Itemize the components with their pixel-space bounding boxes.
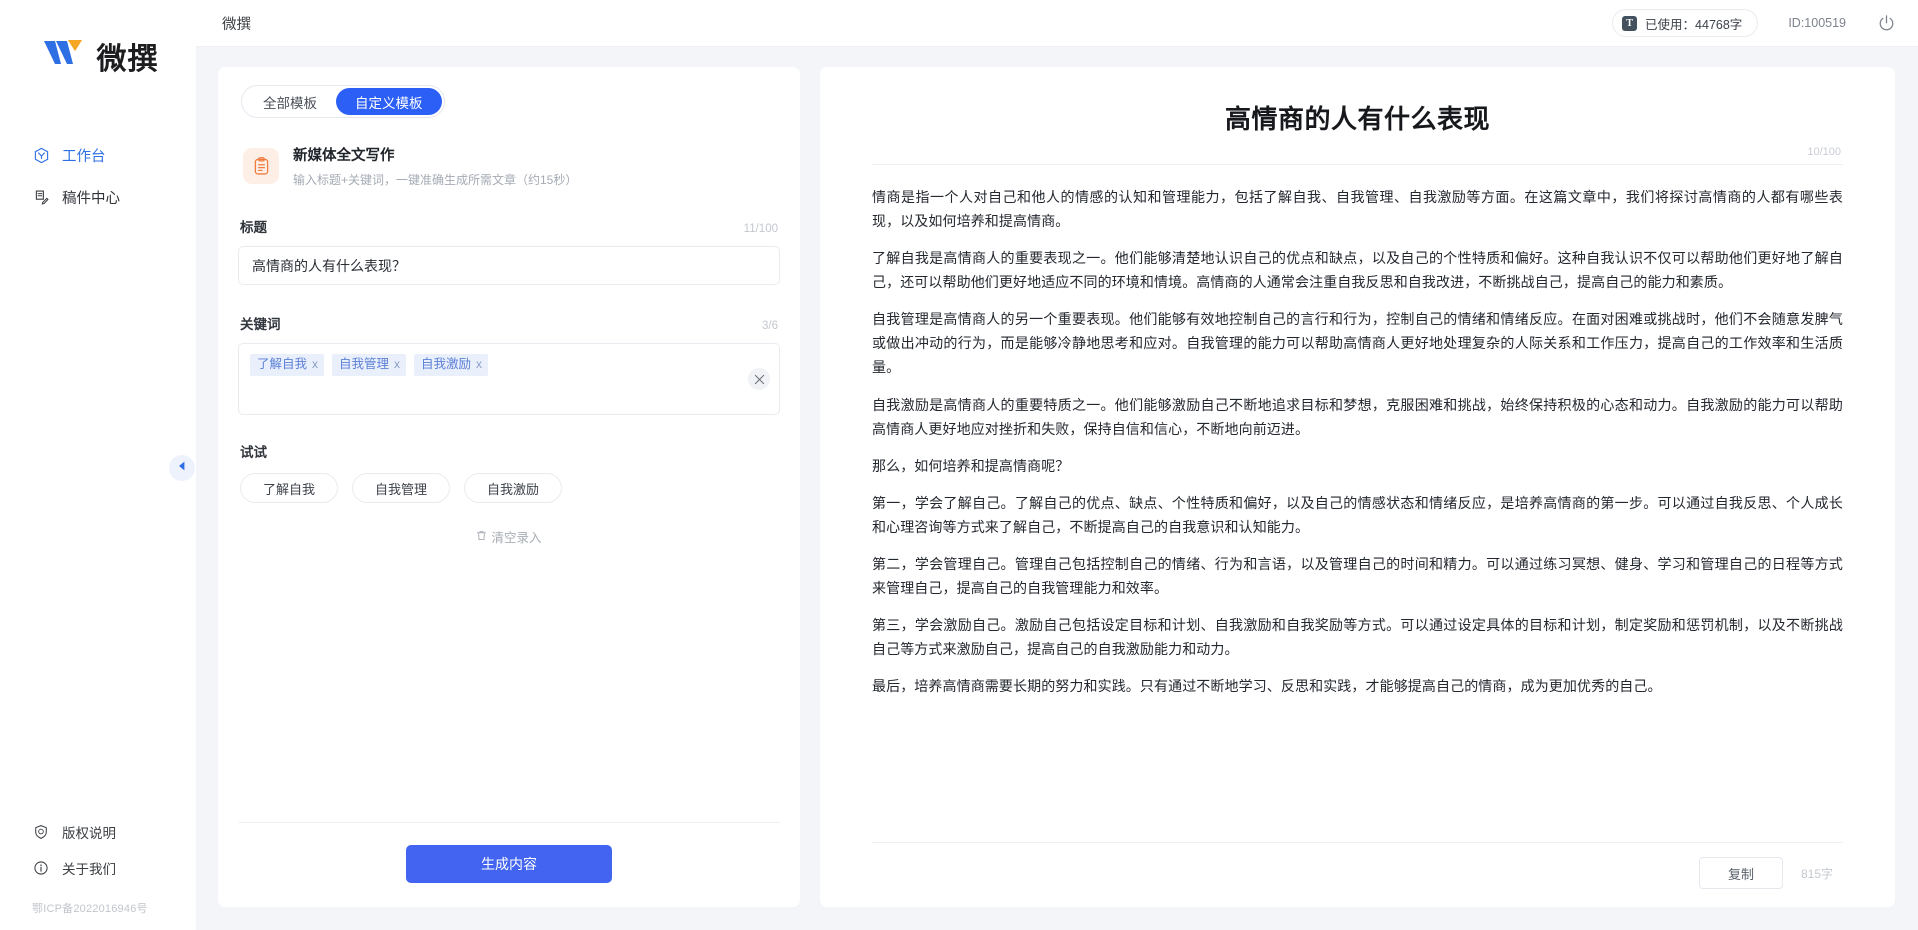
app-root: 微撰 工作台 [0, 0, 1918, 930]
remove-tag-icon[interactable]: x [476, 357, 482, 372]
logo-w-icon [42, 37, 88, 75]
icp-record-text: 鄂ICP备2022016946号 [0, 900, 196, 916]
title-field-header: 标题 11/100 [238, 216, 780, 236]
template-texts: 新媒体全文写作 输入标题+关键词，一键准确生成所需文章（约15秒） [293, 144, 577, 188]
sidebar-item-label: 工作台 [62, 145, 106, 166]
tab-all-templates[interactable]: 全部模板 [244, 88, 336, 115]
sidebar-item-workspace[interactable]: 工作台 [0, 134, 196, 176]
document-paragraph: 第二，学会管理自己。管理自己包括控制自己的情绪、行为和言语，以及管理自己的时间和… [872, 552, 1843, 600]
remove-tag-icon[interactable]: x [394, 357, 400, 372]
chevron-left-icon [175, 459, 189, 478]
generate-section: 生成内容 [238, 822, 780, 907]
sidebar-collapse-button[interactable] [169, 455, 195, 481]
document-paragraph: 第三，学会激励自己。激励自己包括设定目标和计划、自我激励和自我奖励等方式。可以通… [872, 613, 1843, 661]
template-tabs: 全部模板 自定义模板 [241, 85, 445, 118]
try-chip[interactable]: 自我管理 [352, 473, 450, 503]
sidebar-item-label: 版权说明 [62, 822, 116, 842]
usage-indicator[interactable]: T 已使用：44768字 [1612, 9, 1758, 37]
tab-custom-templates[interactable]: 自定义模板 [336, 88, 442, 115]
top-bar: 微撰 T 已使用：44768字 ID:100519 [196, 0, 1918, 47]
sidebar-footer: 版权说明 关于我们 鄂ICP备2022016946号 [0, 814, 196, 930]
keywords-field-header: 关键词 3/6 [238, 313, 780, 333]
keyword-tag[interactable]: 了解自我 x [250, 354, 324, 376]
sidebar-nav: 工作台 稿件中心 [0, 134, 196, 218]
document-paragraph: 了解自我是高情商人的重要表现之一。他们能够清楚地认识自己的优点和缺点，以及自己的… [872, 246, 1843, 294]
workspace: 全部模板 自定义模板 新媒体全文写作 [196, 47, 1918, 930]
template-name: 新媒体全文写作 [293, 144, 577, 165]
document-title-count: 10/100 [872, 146, 1843, 158]
keyword-tag[interactable]: 自我激励 x [414, 354, 488, 376]
info-circle-icon [32, 859, 50, 877]
keywords-count: 3/6 [762, 320, 778, 332]
keywords-input[interactable]: 了解自我 x 自我管理 x 自我激励 x [238, 343, 780, 415]
shield-copyright-icon [32, 823, 50, 841]
logo-text: 微撰 [97, 34, 159, 78]
document-divider [872, 164, 1843, 165]
document-paragraph: 第一，学会了解自己。了解自己的优点、缺点、个性特质和偏好，以及自己的情感状态和情… [872, 491, 1843, 539]
close-circle-icon[interactable] [748, 368, 770, 390]
try-chip[interactable]: 了解自我 [240, 473, 338, 503]
document-paragraph: 那么，如何培养和提高情商呢？ [872, 454, 1843, 478]
try-chip-label: 了解自我 [263, 479, 315, 498]
document-title: 高情商的人有什么表现 [872, 99, 1843, 136]
keyword-tag-label: 自我激励 [421, 357, 471, 373]
power-icon[interactable] [1876, 13, 1896, 33]
document-edit-icon [32, 188, 50, 206]
title-input[interactable]: 高情商的人有什么表现？ [238, 246, 780, 285]
try-chips: 了解自我 自我管理 自我激励 [238, 473, 780, 503]
remove-tag-icon[interactable]: x [312, 357, 318, 372]
try-chip-label: 自我激励 [487, 479, 539, 498]
page-title: 微撰 [222, 13, 251, 34]
clear-inputs-button[interactable]: 清空录入 [238, 527, 780, 546]
document-paragraph: 情商是指一个人对自己和他人的情感的认知和管理能力，包括了解自我、自我管理、自我激… [872, 185, 1843, 233]
text-badge-icon: T [1622, 16, 1637, 31]
title-input-value: 高情商的人有什么表现？ [252, 256, 406, 276]
document-preview-panel: 高情商的人有什么表现 10/100 情商是指一个人对自己和他人的情感的认知和管理… [820, 67, 1895, 907]
document-word-count: 815字 [1801, 865, 1843, 882]
clipboard-orange-icon [243, 148, 279, 184]
sidebar: 微撰 工作台 [0, 0, 196, 930]
keyword-tag-label: 自我管理 [339, 357, 389, 373]
top-bar-actions: T 已使用：44768字 ID:100519 [1612, 9, 1896, 37]
workspace-hexagon-icon [32, 146, 50, 164]
generate-button[interactable]: 生成内容 [406, 845, 612, 883]
sidebar-item-drafts[interactable]: 稿件中心 [0, 176, 196, 218]
title-field-label: 标题 [240, 216, 267, 236]
sidebar-item-label: 关于我们 [62, 858, 116, 878]
main-area: 微撰 T 已使用：44768字 ID:100519 [196, 0, 1918, 930]
tab-label: 自定义模板 [355, 92, 423, 112]
try-chip[interactable]: 自我激励 [464, 473, 562, 503]
clear-inputs-label: 清空录入 [491, 527, 541, 546]
tab-label: 全部模板 [263, 92, 317, 112]
template-form-panel: 全部模板 自定义模板 新媒体全文写作 [218, 67, 800, 907]
document-paragraph: 自我管理是高情商人的另一个重要表现。他们能够有效地控制自己的言行和行为，控制自己… [872, 307, 1843, 379]
title-char-count: 11/100 [744, 223, 778, 235]
keywords-field-label: 关键词 [240, 313, 281, 333]
keyword-tag-label: 了解自我 [257, 357, 307, 373]
document-paragraph: 最后，培养高情商需要长期的努力和实践。只有通过不断地学习、反思和实践，才能够提高… [872, 674, 1843, 698]
document-body[interactable]: 情商是指一个人对自己和他人的情感的认知和管理能力，包括了解自我、自我管理、自我激… [872, 185, 1843, 711]
document-paragraph: 自我激励是高情商人的重要特质之一。他们能够激励自己不断地追求目标和梦想，克服困难… [872, 393, 1843, 441]
account-id: ID:100519 [1788, 16, 1846, 30]
trash-icon [476, 530, 487, 544]
template-card[interactable]: 新媒体全文写作 输入标题+关键词，一键准确生成所需文章（约15秒） [238, 144, 780, 188]
usage-label: 已使用：44768字 [1645, 14, 1742, 33]
try-chip-label: 自我管理 [375, 479, 427, 498]
copy-button[interactable]: 复制 [1699, 857, 1783, 889]
try-section-label: 试试 [238, 441, 780, 461]
sidebar-item-copyright[interactable]: 版权说明 [0, 814, 196, 850]
brand-logo[interactable]: 微撰 [0, 0, 196, 112]
sidebar-item-label: 稿件中心 [62, 187, 120, 208]
keyword-tag[interactable]: 自我管理 x [332, 354, 406, 376]
template-description: 输入标题+关键词，一键准确生成所需文章（约15秒） [293, 171, 577, 188]
sidebar-item-about[interactable]: 关于我们 [0, 850, 196, 886]
document-actions: 复制 815字 [872, 842, 1843, 907]
